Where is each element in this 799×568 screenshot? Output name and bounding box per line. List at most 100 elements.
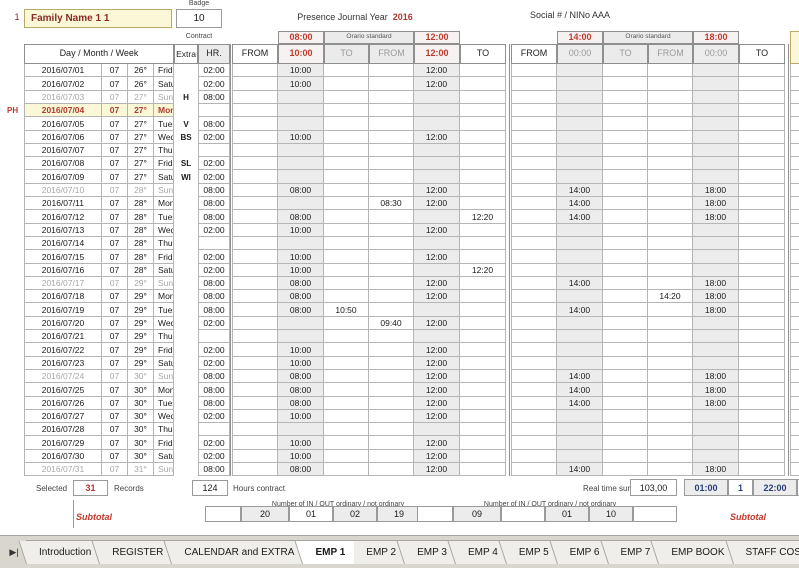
- table-cell[interactable]: [369, 237, 414, 250]
- table-cell[interactable]: [511, 237, 557, 250]
- table-cell[interactable]: [324, 197, 369, 210]
- table-cell[interactable]: [369, 157, 414, 170]
- table-cell[interactable]: 02:00: [198, 317, 230, 330]
- table-cell[interactable]: [369, 64, 414, 77]
- table-cell[interactable]: [460, 170, 506, 184]
- sheet-tab-calendar-and-extra[interactable]: CALENDAR and EXTRA: [171, 540, 304, 564]
- table-cell[interactable]: [369, 131, 414, 144]
- table-cell[interactable]: [511, 330, 557, 343]
- table-cell[interactable]: [648, 423, 693, 436]
- table-cell[interactable]: [511, 91, 557, 104]
- table-cell-extra[interactable]: V: [174, 117, 198, 131]
- table-cell[interactable]: 02:00: [790, 224, 799, 237]
- table-cell[interactable]: [739, 157, 785, 170]
- table-cell[interactable]: 08:00: [198, 290, 230, 303]
- table-cell[interactable]: [511, 264, 557, 277]
- table-cell[interactable]: [739, 117, 785, 131]
- table-cell[interactable]: 02:00: [198, 264, 230, 277]
- table-cell[interactable]: [324, 224, 369, 237]
- table-cell[interactable]: [460, 383, 506, 397]
- table-cell[interactable]: [324, 250, 369, 264]
- table-cell[interactable]: 07: [102, 197, 128, 210]
- table-cell[interactable]: 12:00: [414, 317, 460, 330]
- table-cell[interactable]: 27°: [128, 144, 154, 157]
- table-cell-extra[interactable]: [174, 197, 198, 210]
- table-cell[interactable]: 08:00: [198, 210, 230, 224]
- table-cell[interactable]: 2016/07/08: [24, 157, 102, 170]
- table-cell[interactable]: 07: [102, 450, 128, 463]
- table-cell[interactable]: 08:00: [790, 277, 799, 290]
- table-cell[interactable]: [460, 317, 506, 330]
- table-cell[interactable]: [369, 144, 414, 157]
- table-cell-extra[interactable]: [174, 224, 198, 237]
- table-cell[interactable]: [693, 436, 739, 450]
- table-cell[interactable]: [460, 343, 506, 357]
- table-cell[interactable]: [232, 330, 278, 343]
- table-cell[interactable]: [693, 330, 739, 343]
- table-cell[interactable]: [557, 144, 603, 157]
- table-cell[interactable]: [648, 450, 693, 463]
- table-cell[interactable]: 07: [102, 237, 128, 250]
- table-cell[interactable]: [511, 383, 557, 397]
- table-cell[interactable]: [460, 450, 506, 463]
- table-cell-extra[interactable]: [174, 383, 198, 397]
- table-cell-extra[interactable]: [174, 104, 198, 117]
- table-cell[interactable]: [414, 170, 460, 184]
- table-cell[interactable]: [460, 144, 506, 157]
- table-cell[interactable]: 12:00: [414, 131, 460, 144]
- table-cell[interactable]: 28°: [128, 237, 154, 250]
- table-cell[interactable]: 08:00: [198, 463, 230, 476]
- table-cell[interactable]: [648, 170, 693, 184]
- table-cell-extra[interactable]: WI: [174, 170, 198, 184]
- table-cell[interactable]: [369, 383, 414, 397]
- table-cell[interactable]: 07: [102, 157, 128, 170]
- table-cell[interactable]: [232, 436, 278, 450]
- table-cell[interactable]: 02:00: [198, 343, 230, 357]
- table-cell[interactable]: [648, 357, 693, 370]
- table-cell-extra[interactable]: [174, 397, 198, 410]
- table-cell[interactable]: 2016/07/07: [24, 144, 102, 157]
- table-cell[interactable]: [648, 463, 693, 476]
- table-cell[interactable]: 18:00: [693, 397, 739, 410]
- table-cell[interactable]: 2016/07/12: [24, 210, 102, 224]
- table-cell[interactable]: [603, 131, 648, 144]
- table-cell[interactable]: [648, 104, 693, 117]
- table-cell[interactable]: [511, 117, 557, 131]
- table-cell[interactable]: [739, 104, 785, 117]
- table-cell[interactable]: [324, 77, 369, 91]
- table-cell[interactable]: 2016/07/09: [24, 170, 102, 184]
- table-cell[interactable]: 2016/07/04: [24, 104, 102, 117]
- table-cell[interactable]: [557, 423, 603, 436]
- table-cell[interactable]: 2016/07/31: [24, 463, 102, 476]
- table-cell[interactable]: [232, 170, 278, 184]
- table-cell[interactable]: [278, 170, 324, 184]
- table-cell[interactable]: 14:00: [557, 210, 603, 224]
- table-cell[interactable]: 12:00: [414, 450, 460, 463]
- table-cell[interactable]: [790, 91, 799, 104]
- table-cell[interactable]: [324, 436, 369, 450]
- table-cell[interactable]: 28°: [128, 184, 154, 197]
- table-cell[interactable]: [232, 264, 278, 277]
- table-cell[interactable]: [369, 170, 414, 184]
- table-cell[interactable]: [324, 184, 369, 197]
- table-cell[interactable]: 07:30: [790, 197, 799, 210]
- table-cell[interactable]: [278, 197, 324, 210]
- table-cell-extra[interactable]: BS: [174, 131, 198, 144]
- table-cell[interactable]: [232, 104, 278, 117]
- table-cell[interactable]: 29°: [128, 277, 154, 290]
- table-cell[interactable]: [511, 224, 557, 237]
- table-cell[interactable]: 12:00: [414, 383, 460, 397]
- table-cell[interactable]: [648, 157, 693, 170]
- table-cell[interactable]: [460, 436, 506, 450]
- table-cell-dayname[interactable]: Thursday: [154, 423, 174, 436]
- table-cell[interactable]: [460, 277, 506, 290]
- table-cell[interactable]: 2016/07/22: [24, 343, 102, 357]
- table-cell[interactable]: [648, 410, 693, 423]
- table-cell[interactable]: 08:00: [278, 184, 324, 197]
- table-cell[interactable]: [369, 370, 414, 383]
- table-cell[interactable]: 31°: [128, 463, 154, 476]
- table-cell[interactable]: [198, 144, 230, 157]
- table-cell[interactable]: 07: [102, 290, 128, 303]
- table-cell[interactable]: 02:00: [790, 250, 799, 264]
- table-cell-dayname[interactable]: Saturday: [154, 357, 174, 370]
